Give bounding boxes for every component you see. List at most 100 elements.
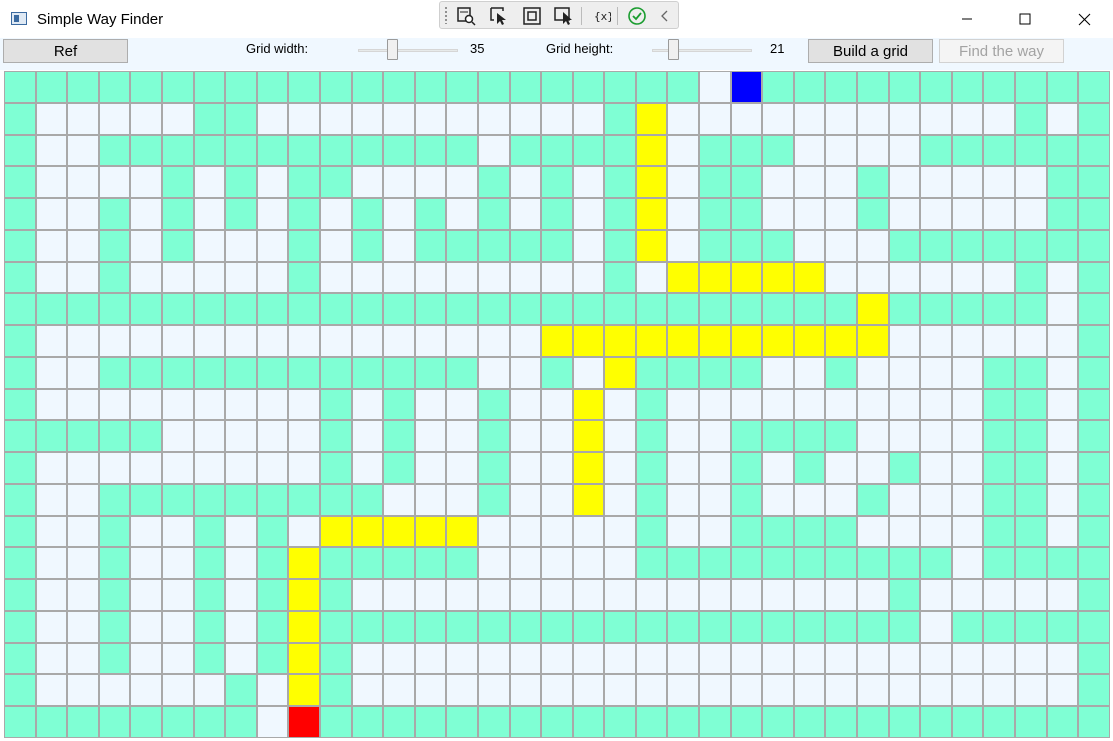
wall-cell[interactable] [98,261,131,294]
open-cell[interactable] [225,547,257,579]
wall-cell[interactable] [1078,388,1110,421]
layout-adorner-icon[interactable] [521,5,543,27]
open-cell[interactable] [446,102,478,135]
path-cell[interactable] [762,261,794,294]
wall-cell[interactable] [383,706,415,738]
wall-cell[interactable] [572,706,605,738]
open-cell[interactable] [857,388,889,421]
open-cell[interactable] [920,388,952,421]
open-cell[interactable] [983,261,1015,294]
path-cell[interactable] [288,579,320,611]
wall-cell[interactable] [509,229,542,262]
path-cell[interactable] [414,515,447,548]
open-cell[interactable] [793,356,826,389]
open-cell[interactable] [793,388,826,421]
wall-cell[interactable] [730,166,763,198]
wall-cell[interactable] [762,293,794,325]
open-cell[interactable] [446,325,478,357]
wall-cell[interactable] [225,706,257,738]
open-cell[interactable] [67,547,99,579]
open-cell[interactable] [888,261,921,294]
open-cell[interactable] [67,356,99,389]
wall-cell[interactable] [319,674,352,706]
wall-cell[interactable] [446,547,478,579]
wall-cell[interactable] [98,515,131,548]
open-cell[interactable] [825,642,858,675]
open-cell[interactable] [951,356,984,389]
wall-cell[interactable] [414,610,447,643]
wall-cell[interactable] [98,356,131,389]
wall-cell[interactable] [699,198,731,230]
wall-cell[interactable] [130,356,162,389]
open-cell[interactable] [351,102,384,135]
wall-cell[interactable] [1015,420,1047,452]
wall-cell[interactable] [604,229,636,262]
wall-cell[interactable] [920,706,952,738]
open-cell[interactable] [130,261,162,294]
wall-cell[interactable] [288,134,320,167]
open-cell[interactable] [667,198,700,230]
path-cell[interactable] [699,325,731,357]
wall-cell[interactable] [762,134,794,167]
open-cell[interactable] [572,674,605,706]
open-cell[interactable] [604,420,636,452]
open-cell[interactable] [256,102,289,135]
open-cell[interactable] [1046,515,1079,548]
open-cell[interactable] [193,325,226,357]
wall-cell[interactable] [699,166,731,198]
open-cell[interactable] [667,452,700,484]
path-cell[interactable] [604,356,636,389]
open-cell[interactable] [667,515,700,548]
open-cell[interactable] [414,642,447,675]
open-cell[interactable] [793,229,826,262]
open-cell[interactable] [446,166,478,198]
open-cell[interactable] [67,579,99,611]
open-cell[interactable] [857,674,889,706]
wall-cell[interactable] [1078,420,1110,452]
wall-cell[interactable] [983,229,1015,262]
open-cell[interactable] [225,610,257,643]
open-cell[interactable] [225,452,257,484]
wall-cell[interactable] [414,547,447,579]
open-cell[interactable] [319,325,352,357]
wall-cell[interactable] [4,71,36,103]
wall-cell[interactable] [541,198,573,230]
wall-cell[interactable] [888,71,921,103]
wall-cell[interactable] [635,515,668,548]
open-cell[interactable] [604,674,636,706]
wall-cell[interactable] [951,71,984,103]
wall-cell[interactable] [635,483,668,516]
open-cell[interactable] [35,483,68,516]
open-cell[interactable] [351,642,384,675]
path-cell[interactable] [572,388,605,421]
wall-cell[interactable] [383,420,415,452]
wall-cell[interactable] [193,610,226,643]
wall-cell[interactable] [225,483,257,516]
open-cell[interactable] [161,420,194,452]
wall-cell[interactable] [825,293,858,325]
wall-cell[interactable] [288,166,320,198]
open-cell[interactable] [857,642,889,675]
path-cell[interactable] [572,483,605,516]
open-cell[interactable] [699,642,731,675]
open-cell[interactable] [383,642,415,675]
open-cell[interactable] [130,198,162,230]
open-cell[interactable] [762,452,794,484]
open-cell[interactable] [635,674,668,706]
wall-cell[interactable] [1015,261,1047,294]
path-cell[interactable] [793,261,826,294]
open-cell[interactable] [951,579,984,611]
wall-cell[interactable] [825,547,858,579]
open-cell[interactable] [699,71,731,103]
open-cell[interactable] [35,356,68,389]
open-cell[interactable] [225,642,257,675]
open-cell[interactable] [161,610,194,643]
wall-cell[interactable] [225,102,257,135]
wall-cell[interactable] [4,547,36,579]
open-cell[interactable] [730,102,763,135]
wall-cell[interactable] [825,71,858,103]
open-cell[interactable] [572,547,605,579]
open-cell[interactable] [920,452,952,484]
open-cell[interactable] [572,261,605,294]
open-cell[interactable] [477,102,510,135]
